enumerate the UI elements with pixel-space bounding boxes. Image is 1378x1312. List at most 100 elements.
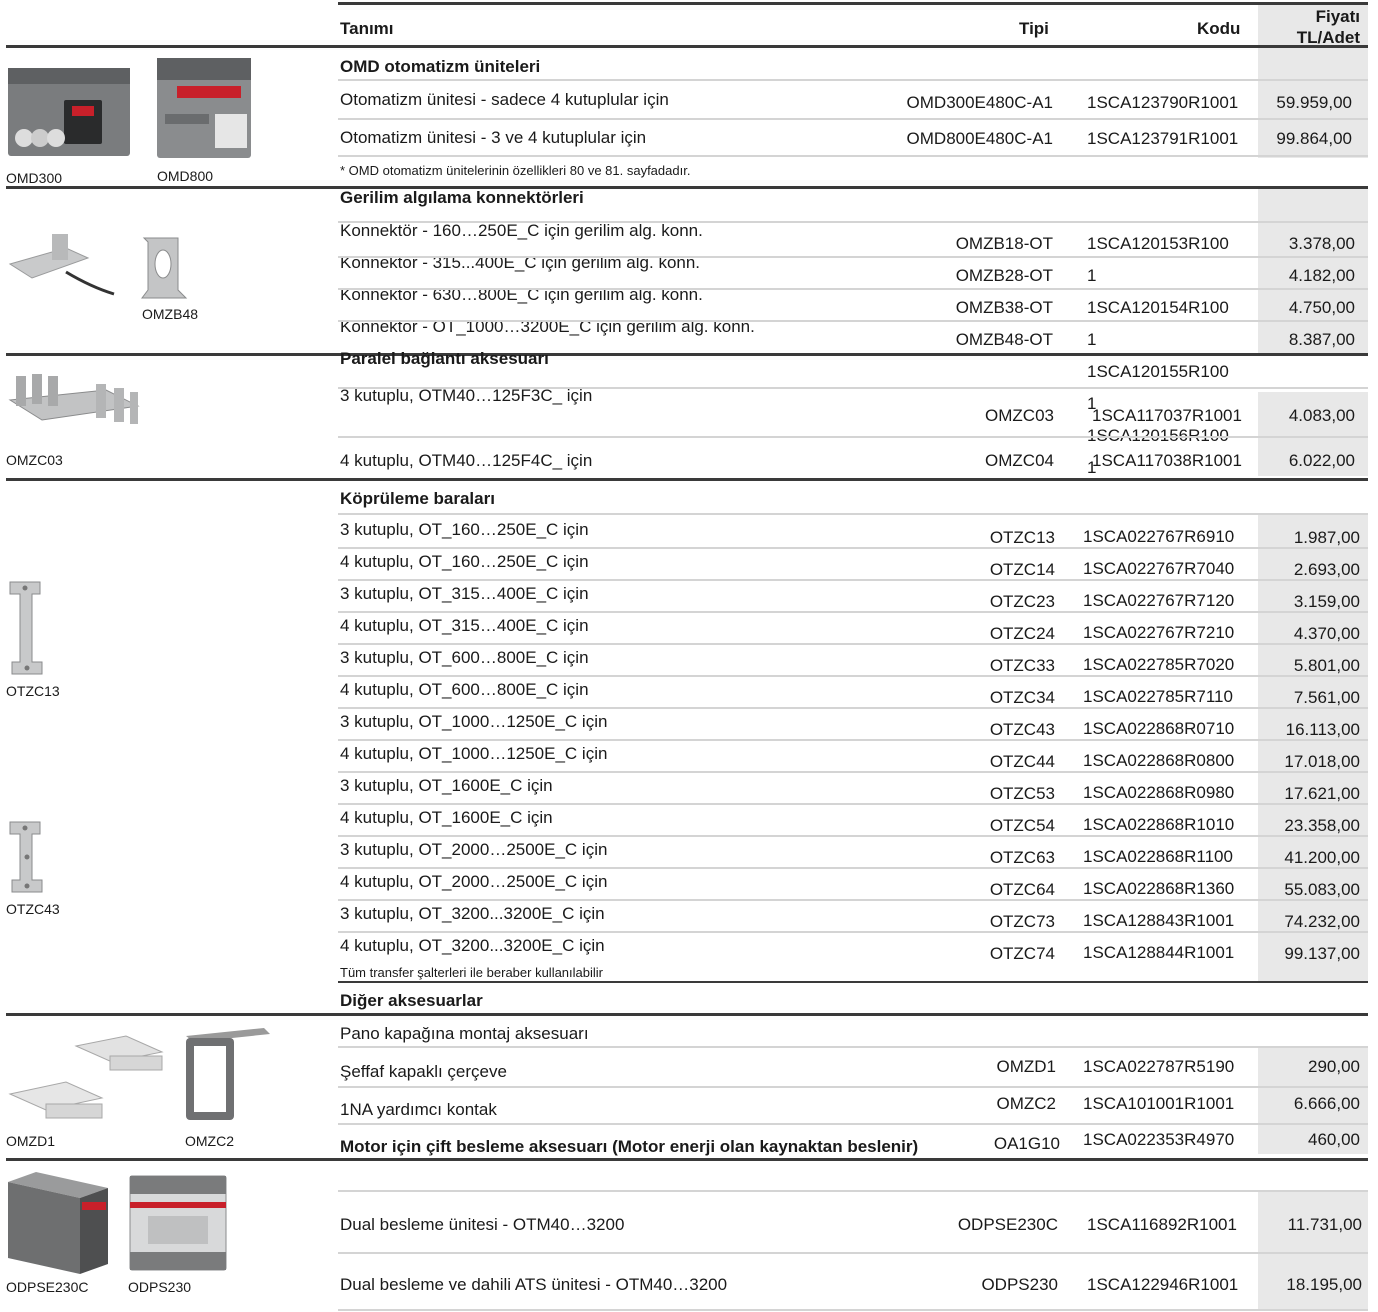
omzc03-product-image — [6, 370, 140, 440]
kopru-row-type: OTZC23 — [989, 592, 1055, 611]
kopru-row-price: 5.801,00 — [1293, 656, 1360, 675]
diger-row-desc: 1NA yardımcı kontak — [340, 1100, 497, 1119]
row-divider — [338, 118, 1368, 120]
row-divider — [338, 256, 1368, 258]
row-divider — [338, 643, 1368, 645]
row-divider — [338, 867, 1368, 869]
omd-row-price: 59.959,00 — [1276, 93, 1352, 112]
kopru-row-code: 1SCA022868R1100 — [1083, 847, 1233, 866]
odps230-product-image — [128, 1174, 228, 1272]
row-divider — [338, 1086, 1368, 1088]
header-rule — [6, 45, 1368, 48]
row-divider — [338, 739, 1368, 741]
kopru-row-desc: 3 kutuplu, OT_1600E_C için — [340, 776, 553, 795]
kopru-row-desc: 3 kutuplu, OT_160…250E_C için — [340, 520, 589, 539]
paralel-row-price: 4.083,00 — [1288, 406, 1355, 425]
col-header-description: Tanımı — [340, 19, 394, 38]
kopru-row-type: OTZC74 — [989, 944, 1055, 963]
col-header-code: Kodu — [1197, 19, 1241, 38]
omd-row-desc: Otomatizm ünitesi - 3 ve 4 kutuplular iç… — [340, 128, 647, 147]
omd-row-desc: Otomatizm ünitesi - sadece 4 kutuplular … — [340, 90, 669, 109]
paralel-row-price: 6.022,00 — [1288, 451, 1355, 470]
gerilim-code: 1SCA120153R100 — [1087, 234, 1229, 253]
kopru-row-desc: 4 kutuplu, OT_2000…2500E_C için — [340, 872, 608, 891]
omd-row-code: 1SCA123791R1001 — [1087, 129, 1239, 148]
kopru-row-price: 74.232,00 — [1284, 912, 1360, 931]
dual-row-desc: Dual besleme ünitesi - OTM40…3200 — [340, 1215, 625, 1234]
row-divider — [338, 981, 1368, 983]
row-divider — [338, 707, 1368, 709]
row-divider — [338, 1309, 1368, 1311]
otzc13-caption: OTZC13 — [6, 683, 60, 699]
paralel-row-desc: 3 kutuplu, OTM40…125F3C_ için — [340, 386, 593, 405]
dual-row-type: ODPS230 — [981, 1275, 1058, 1294]
kopru-row-code: 1SCA022868R0980 — [1083, 783, 1235, 802]
row-divider — [338, 931, 1368, 933]
row-divider — [338, 1046, 1368, 1048]
row-divider — [338, 675, 1368, 677]
diger-row-price: 6.666,00 — [1293, 1094, 1360, 1113]
kopru-row-code: 1SCA022868R1010 — [1083, 815, 1235, 834]
kopru-row-price: 7.561,00 — [1293, 688, 1360, 707]
row-divider — [338, 1190, 1368, 1192]
dual-row-price: 11.731,00 — [1287, 1215, 1362, 1234]
section-rule — [6, 353, 1368, 356]
kopru-row-desc: 4 kutuplu, OT_1600E_C için — [340, 808, 553, 827]
gerilim-price: 8.387,00 — [1288, 330, 1355, 349]
col-header-price-line1: Fiyatı — [1315, 7, 1360, 26]
omzd1-product-image — [6, 1030, 166, 1126]
kopru-row-code: 1SCA128843R1001 — [1083, 911, 1235, 930]
omd-note: * OMD otomatizm ünitelerinin özellikleri… — [340, 163, 691, 178]
kopru-row-code: 1SCA022767R6910 — [1083, 527, 1235, 546]
kopru-row-code: 1SCA022785R7110 — [1083, 687, 1233, 706]
dual-row-type: ODPSE230C — [957, 1215, 1058, 1234]
row-divider — [338, 79, 1368, 81]
kopru-row-type: OTZC44 — [989, 752, 1055, 771]
kopru-row-code: 1SCA022868R1360 — [1083, 879, 1235, 898]
kopru-row-desc: 3 kutuplu, OT_3200...3200E_C için — [340, 904, 605, 923]
kopru-row-price: 41.200,00 — [1284, 848, 1360, 867]
gerilim-desc: Konnektör - 160…250E_C için gerilim alg.… — [340, 221, 703, 240]
kopru-section-title: Köprüleme baraları — [340, 489, 495, 508]
kopru-row-code: 1SCA022767R7120 — [1083, 591, 1235, 610]
paralel-row-code: 1SCA117038R1001 — [1092, 451, 1242, 470]
kopru-row-type: OTZC24 — [989, 624, 1055, 643]
kopru-row-type: OTZC43 — [989, 720, 1055, 739]
diger-row-price: 460,00 — [1308, 1130, 1360, 1149]
row-divider — [338, 803, 1368, 805]
row-divider — [338, 771, 1368, 773]
gerilim-price: 4.182,00 — [1288, 266, 1355, 285]
kopru-row-desc: 4 kutuplu, OT_315…400E_C için — [340, 616, 589, 635]
omd300-product-image — [6, 58, 136, 163]
gerilim-type: OMZB38-OT — [955, 298, 1053, 317]
gerilim-type: OMZB28-OT — [955, 266, 1053, 285]
paralel-row-type: OMZC04 — [985, 451, 1054, 470]
gerilim-code: 1SCA120155R100 — [1087, 362, 1229, 381]
kopru-row-code: 1SCA022868R0710 — [1083, 719, 1235, 738]
row-divider — [338, 320, 1368, 322]
diger-row-code: 1SCA101001R1001 — [1083, 1094, 1235, 1113]
kopru-row-price: 99.137,00 — [1284, 944, 1360, 963]
kopru-row-code: 1SCA128844R1001 — [1083, 943, 1235, 962]
omzb48-product-image — [138, 234, 190, 302]
diger-row-desc: Pano kapağına montaj aksesuarı — [340, 1024, 589, 1043]
section-rule — [6, 1013, 1368, 1016]
omzb48-caption: OMZB48 — [142, 306, 199, 322]
odpse230c-product-image — [6, 1170, 110, 1276]
odpse230c-caption: ODPSE230C — [6, 1279, 89, 1295]
paralel-row-code: 1SCA117037R1001 — [1092, 406, 1242, 425]
kopru-row-type: OTZC33 — [989, 656, 1055, 675]
omd-row-type: OMD300E480C-A1 — [906, 93, 1053, 112]
row-divider — [338, 611, 1368, 613]
omzc2-caption: OMZC2 — [185, 1133, 234, 1149]
row-divider — [338, 155, 1368, 157]
otzc13-product-image — [8, 580, 44, 676]
odps230-caption: ODPS230 — [128, 1279, 192, 1295]
gerilim-code: 1 — [1087, 330, 1097, 349]
row-divider — [338, 1252, 1368, 1254]
kopru-row-price: 1.987,00 — [1293, 528, 1360, 547]
kopru-row-price: 55.083,00 — [1284, 880, 1360, 899]
kopru-row-desc: 3 kutuplu, OT_600…800E_C için — [340, 648, 589, 667]
section-rule — [6, 186, 1368, 189]
kopru-row-type: OTZC53 — [989, 784, 1055, 803]
